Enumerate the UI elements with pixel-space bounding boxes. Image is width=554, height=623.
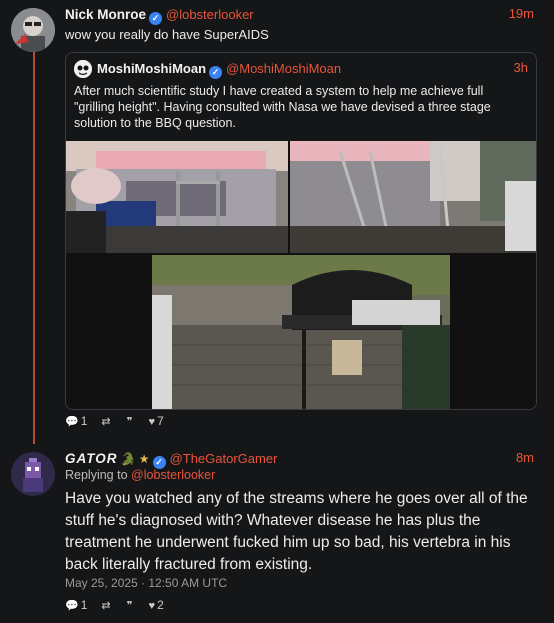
quote-button[interactable]: ❞ [127,598,135,612]
repost-icon: ⇄ [101,600,111,612]
quote-text: After much scientific study I have creat… [74,84,491,130]
post-header: GATOR 🐊 ★ ✓ @TheGatorGamer [65,450,277,469]
like-count: 2 [157,598,164,612]
reply-count: 1 [80,414,88,428]
reply-icon: 💬 [65,416,79,428]
author-handle[interactable]: @lobsterlooker [166,7,254,22]
quote-icon: ❞ [126,416,133,428]
media-image-3[interactable] [152,255,450,409]
post-text: wow you really do have SuperAIDS [65,27,269,42]
replying-to-handle[interactable]: @lobsterlooker [131,468,215,482]
quote-avatar[interactable] [74,60,92,78]
reply-icon: 💬 [65,600,79,612]
media-image-1[interactable] [66,141,288,253]
repost-button[interactable]: ⇄ [101,414,112,428]
post-gator: GATOR 🐊 ★ ✓ @TheGatorGamer 8m Replying to @… [0,444,554,623]
quote-button[interactable]: ❞ [127,414,135,428]
repost-icon: ⇄ [101,416,111,428]
author-handle[interactable]: @TheGatorGamer [170,451,278,466]
avatar-nick-monroe[interactable] [11,8,55,52]
post-time[interactable]: 8m [516,450,534,465]
like-button[interactable]: ♥ 2 [149,598,164,612]
like-icon: ♥ [148,600,156,612]
media-gallery [66,141,536,409]
verified-badge-icon: ✓ [149,12,163,25]
post2-actions: 💬 1 ⇄ ❞ ♥ 2 [65,598,164,612]
replying-to-prefix: Replying to [65,468,128,482]
avatar-gator[interactable] [11,452,55,496]
replying-to-line: Replying to @lobsterlooker [65,468,215,482]
quote-time[interactable]: 3h [514,60,528,75]
post1-actions: 💬 1 ⇄ ❞ ♥ 7 [65,414,164,428]
quote-author-handle[interactable]: @MoshiMoshiMoan [226,61,341,76]
post-header: Nick Monroe ✓ @lobsterlooker [65,6,254,25]
post-text: Have you watched any of the streams wher… [65,490,528,573]
repost-button[interactable]: ⇄ [101,598,112,612]
media-image-2[interactable] [290,141,536,253]
like-icon: ♥ [148,416,156,428]
reply-button[interactable]: 💬 1 [65,598,87,612]
quote-header: MoshiMoshiMoan ✓ @MoshiMoshiMoan [97,60,341,79]
quote-avatar-image [74,60,92,78]
post-nick-monroe: Nick Monroe ✓ @lobsterlooker 19m wow you r… [0,0,554,430]
quoted-post[interactable]: MoshiMoshiMoan ✓ @MoshiMoshiMoan 3h After … [65,52,537,410]
author-name[interactable]: GATOR [65,451,118,466]
post-timestamp[interactable]: May 25, 2025 · 12:50 AM UTC [65,576,227,590]
reply-count: 1 [80,598,88,612]
author-name[interactable]: Nick Monroe [65,7,146,22]
quote-icon: ❞ [126,600,133,612]
avatar-image [11,8,55,52]
like-button[interactable]: ♥ 7 [149,414,164,428]
quote-verified-badge-icon: ✓ [209,66,223,79]
like-count: 7 [157,414,164,428]
reply-button[interactable]: 💬 1 [65,414,87,428]
avatar-image [11,452,55,496]
author-emoji: 🐊 ★ [120,452,150,466]
quote-author-name[interactable]: MoshiMoshiMoan [97,61,206,76]
post-time[interactable]: 19m [509,6,534,21]
